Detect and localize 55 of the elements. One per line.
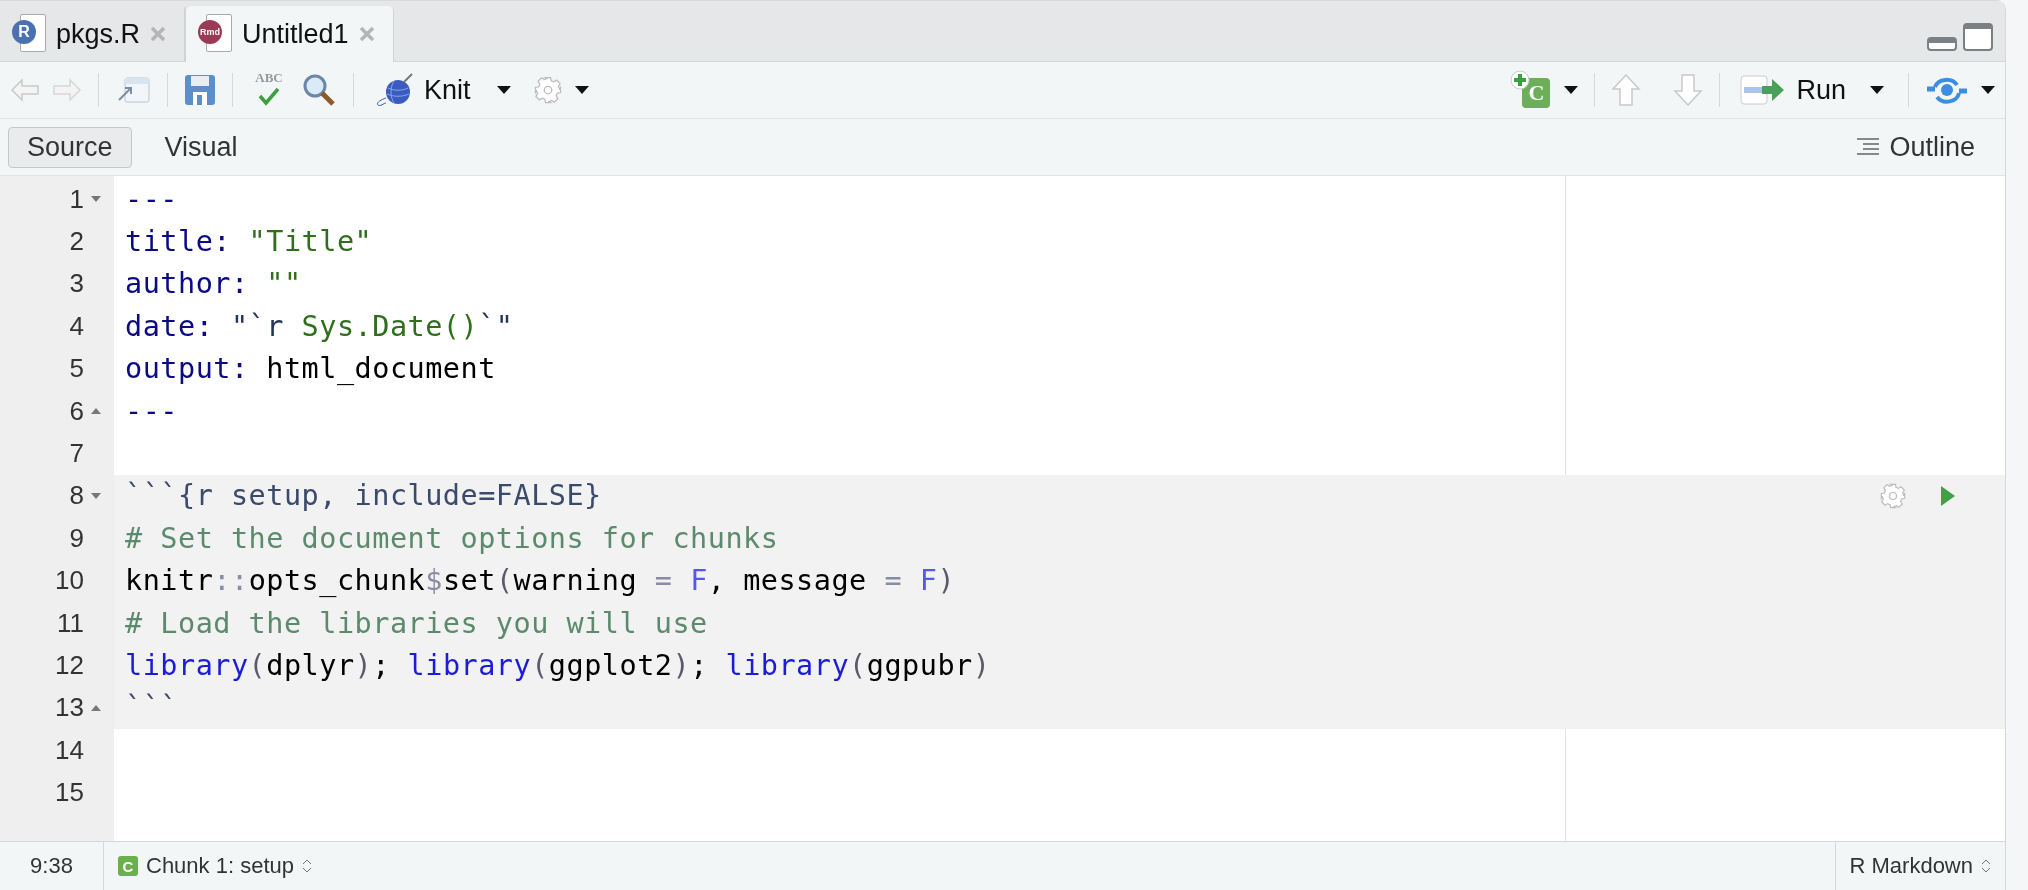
updown-icon [1981,858,1991,874]
caret-icon[interactable] [1564,86,1579,94]
line-number: 11 [57,607,84,639]
line-number: 1 [69,183,84,215]
line-number: 6 [69,395,84,427]
line-number: 14 [55,734,84,766]
code-line: output: html_document [125,352,496,386]
line-number: 15 [55,777,84,809]
maximize-icon[interactable] [1963,23,1993,51]
updown-icon [302,858,312,874]
line-number: 4 [69,310,84,342]
line-number: 5 [69,353,84,385]
code-line: date: "`r Sys.Date()`" [125,309,514,343]
code-line: --- [125,182,178,216]
fold-icon[interactable] [90,703,102,712]
fold-icon[interactable] [90,407,102,416]
code-line: --- [125,394,178,428]
line-number: 3 [69,268,84,300]
file-type-selector[interactable]: R Markdown [1834,842,2005,890]
code-line: # Set the document options for chunks [125,521,779,555]
caret-icon[interactable] [574,86,589,94]
caret-icon[interactable] [496,86,511,94]
code-line: library(dplyr); library(ggplot2); library(ggpubr) [125,649,991,682]
chunk-selector[interactable]: C Chunk 1: setup [104,842,326,890]
code-line: ``` [125,691,178,725]
save-icon[interactable] [184,74,216,106]
knit-button[interactable]: Knit [370,72,475,108]
editor-mode-tab[interactable]: Visual [145,126,257,168]
minimize-icon[interactable] [1927,37,1957,51]
search-icon[interactable] [301,72,337,108]
line-number: 12 [55,650,84,681]
line-number: 10 [55,565,84,597]
code-line: title: "Title" [125,225,373,259]
line-number: 7 [69,438,84,470]
code-line: # Load the libraries you will use [125,606,708,640]
line-number: 13 [55,692,84,724]
yarn-ball-icon [374,72,414,108]
line-number: 8 [69,480,84,512]
list-icon [1855,136,1882,158]
line-number: 9 [69,522,84,554]
fold-icon[interactable] [90,195,102,204]
code-line: knitr::opts_chunk$set(warning = F, message = F) [125,564,956,598]
run-chunk-icon[interactable] [1941,485,1955,506]
line-number: 2 [69,226,84,258]
cursor-position: 9:38 [30,853,73,879]
outline-button[interactable]: Outline [1849,130,1981,164]
run-button[interactable]: Run [1736,74,1850,106]
fold-icon[interactable] [90,491,102,500]
code-line: ```{r setup, include=FALSE} [125,479,602,513]
editor-mode-tab[interactable]: Source [8,126,132,168]
publish-icon[interactable] [1925,75,1969,105]
code-line: author: "" [125,267,302,301]
file-tab[interactable]: Rmd Untitled1 [185,6,394,62]
caret-icon[interactable] [1981,86,1995,94]
caret-icon[interactable] [1870,86,1884,94]
